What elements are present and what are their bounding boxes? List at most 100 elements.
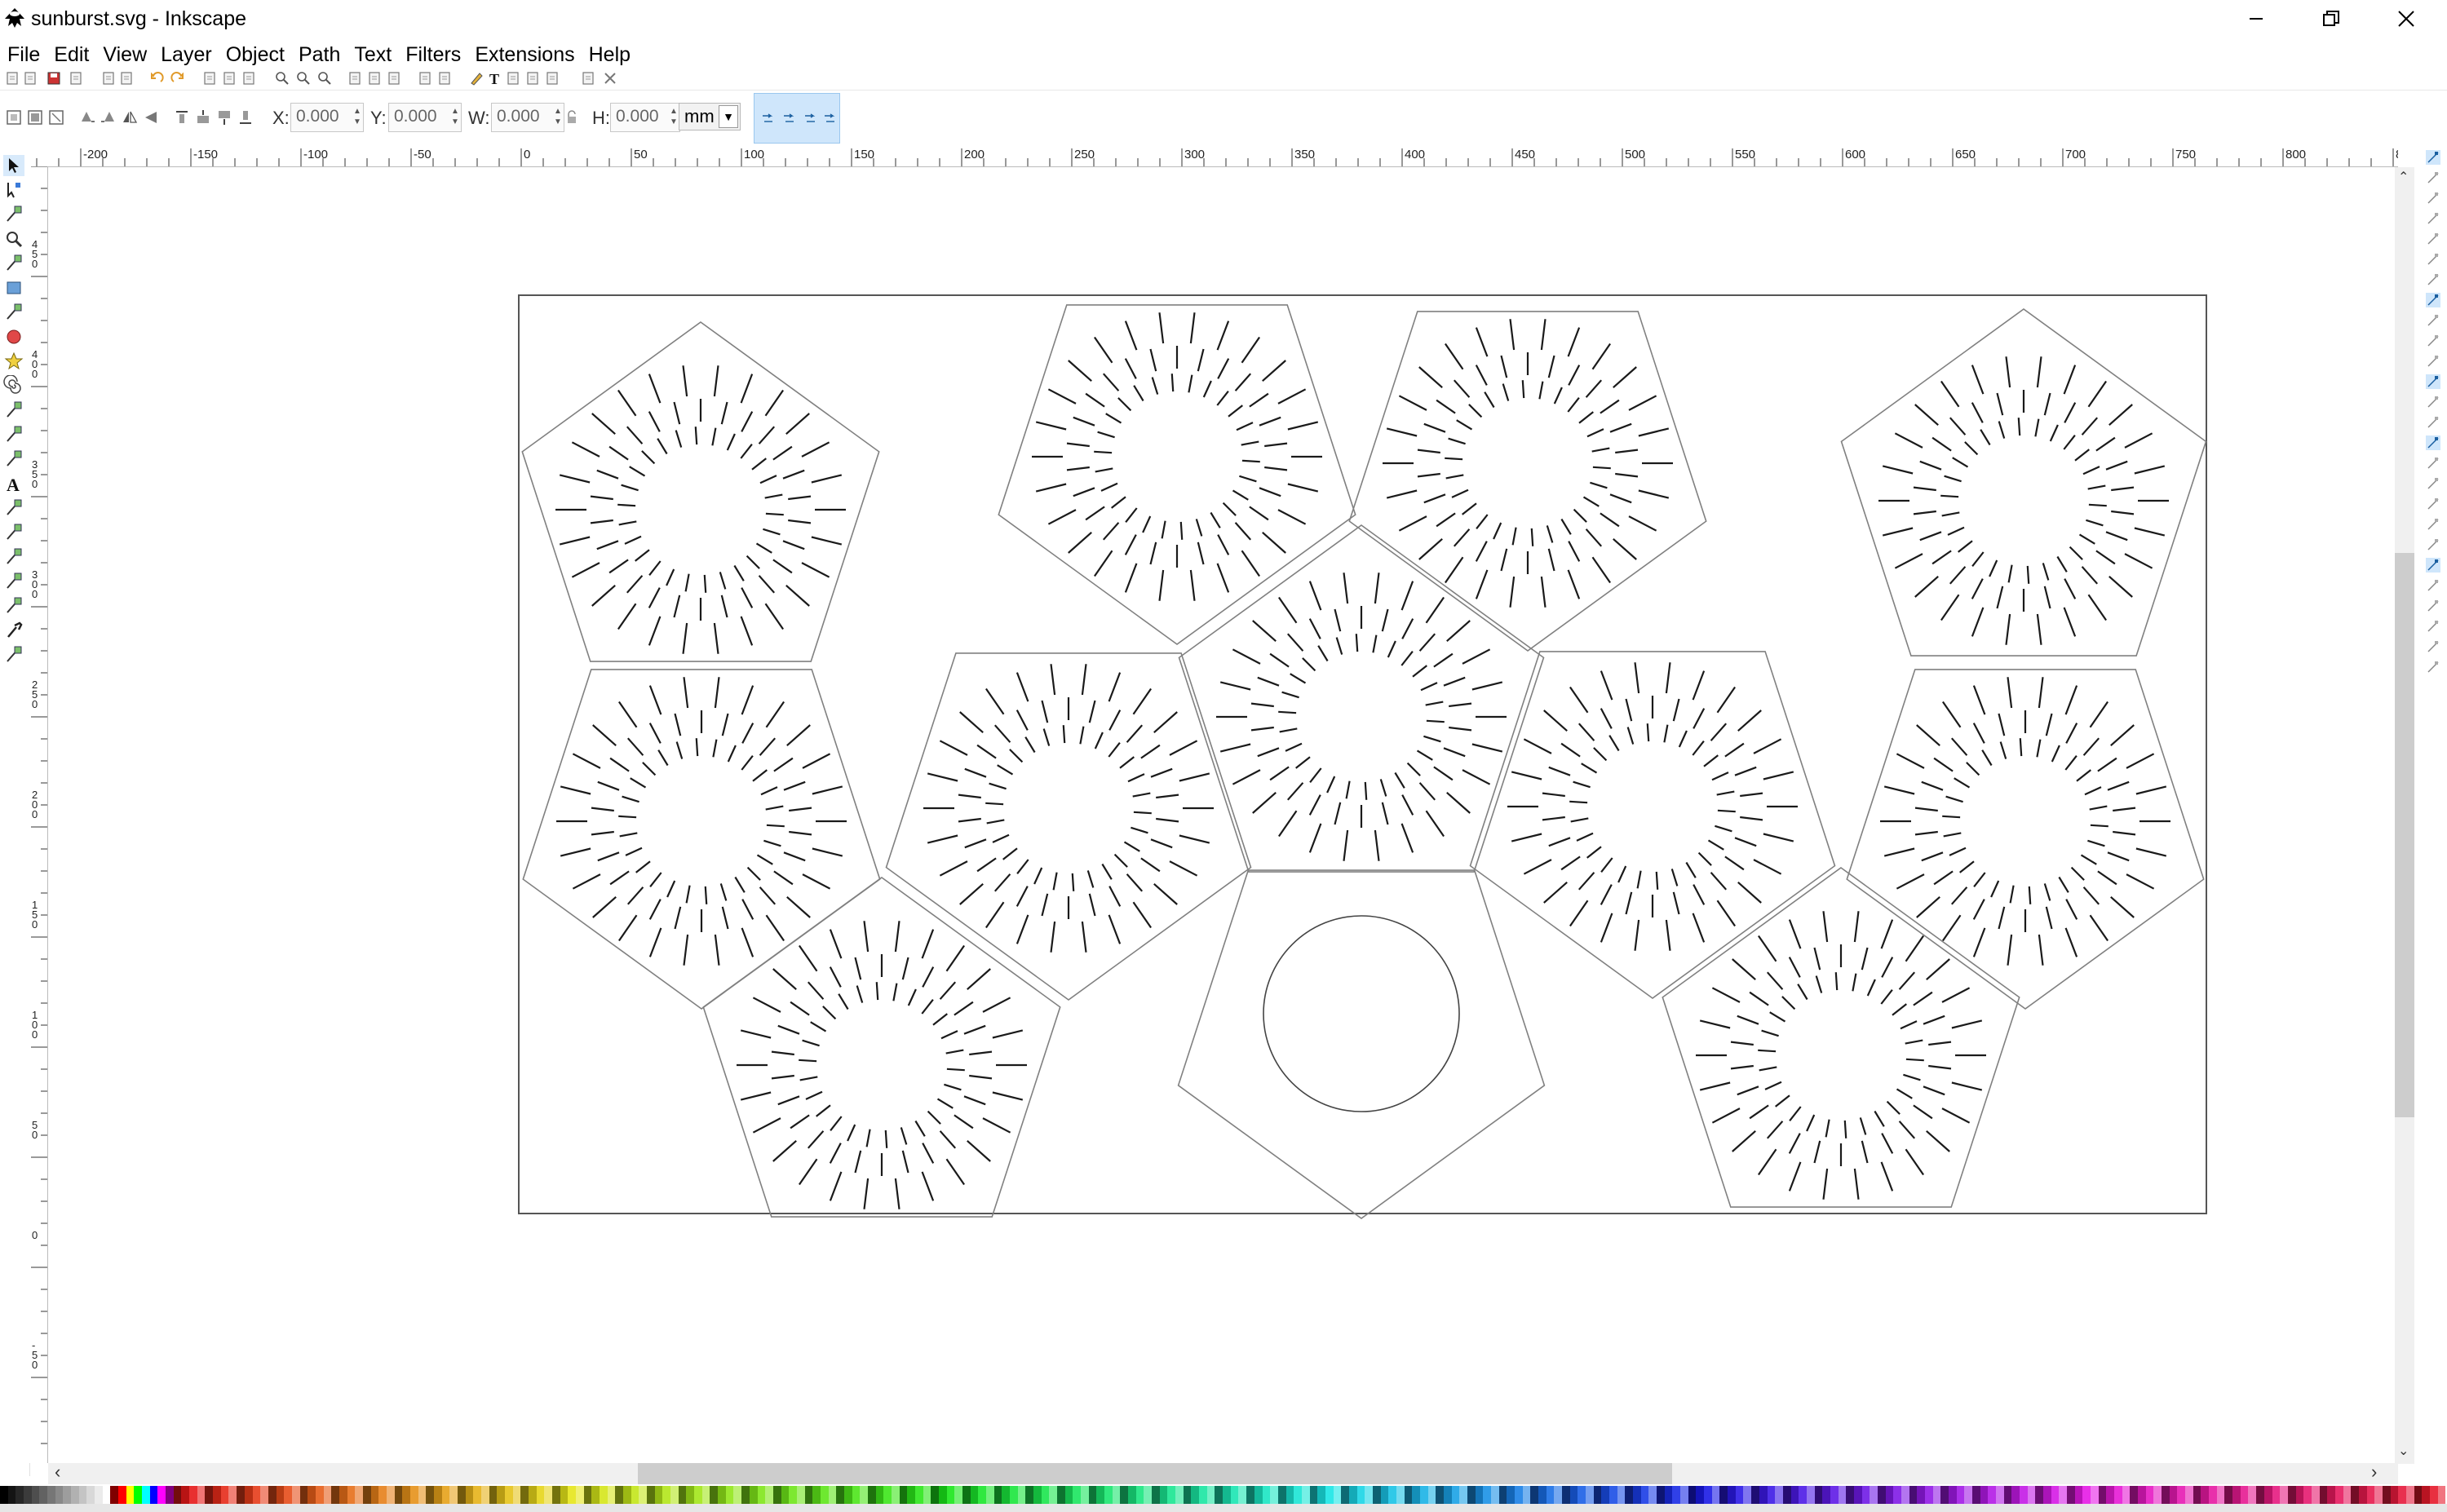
color-swatch[interactable] <box>1728 1486 1736 1504</box>
spiral-tool[interactable] <box>3 374 24 396</box>
h-spin-arrows[interactable]: ▲ ▼ <box>670 106 678 127</box>
scroll-right-icon[interactable]: › <box>2371 1461 2377 1483</box>
color-swatch[interactable] <box>402 1486 410 1504</box>
color-swatch[interactable] <box>923 1486 931 1504</box>
color-swatch[interactable] <box>1838 1486 1847 1504</box>
menu-help[interactable]: Help <box>582 41 637 69</box>
color-swatch[interactable] <box>1704 1486 1712 1504</box>
color-swatch[interactable] <box>1112 1486 1121 1504</box>
color-swatch[interactable] <box>662 1486 671 1504</box>
color-swatch[interactable] <box>757 1486 766 1504</box>
move-gradients-toggle-icon[interactable] <box>803 113 816 125</box>
color-swatch[interactable] <box>142 1486 150 1504</box>
color-swatch[interactable] <box>2422 1486 2430 1504</box>
color-swatch[interactable] <box>765 1486 773 1504</box>
color-swatch[interactable] <box>1775 1486 1783 1504</box>
color-swatch[interactable] <box>812 1486 821 1504</box>
color-swatch[interactable] <box>2280 1486 2288 1504</box>
color-swatch[interactable] <box>205 1486 214 1504</box>
color-swatch[interactable] <box>2351 1486 2359 1504</box>
color-swatch[interactable] <box>1711 1486 1720 1504</box>
color-swatch[interactable] <box>1870 1486 1878 1504</box>
cut-icon[interactable] <box>222 70 238 86</box>
color-swatch[interactable] <box>102 1486 111 1504</box>
color-swatch[interactable] <box>875 1486 884 1504</box>
color-swatch[interactable] <box>1806 1486 1815 1504</box>
color-swatch[interactable] <box>1365 1486 1373 1504</box>
color-swatch[interactable] <box>268 1486 277 1504</box>
color-swatch[interactable] <box>891 1486 900 1504</box>
color-swatch[interactable] <box>796 1486 805 1504</box>
color-swatch[interactable] <box>1530 1486 1539 1504</box>
select-all-layers-icon[interactable] <box>26 108 44 126</box>
color-swatch[interactable] <box>512 1486 521 1504</box>
mesh-tool[interactable] <box>3 595 24 617</box>
align-distribute-icon[interactable] <box>545 70 561 86</box>
color-swatch[interactable] <box>181 1486 190 1504</box>
color-swatch[interactable] <box>370 1486 379 1504</box>
color-swatch[interactable] <box>789 1486 797 1504</box>
y-spinbox[interactable]: ▲▼ <box>388 103 462 132</box>
color-swatch[interactable] <box>47 1486 55 1504</box>
color-swatch[interactable] <box>1254 1486 1263 1504</box>
color-swatch[interactable] <box>1853 1486 1862 1504</box>
color-swatch[interactable] <box>1515 1486 1523 1504</box>
color-swatch[interactable] <box>520 1486 529 1504</box>
color-swatch[interactable] <box>1246 1486 1254 1504</box>
color-swatch[interactable] <box>536 1486 545 1504</box>
color-swatch[interactable] <box>1980 1486 1989 1504</box>
color-swatch[interactable] <box>1767 1486 1776 1504</box>
paint-bucket-tool[interactable] <box>3 546 24 568</box>
color-swatch[interactable] <box>701 1486 710 1504</box>
color-swatch[interactable] <box>1696 1486 1705 1504</box>
xml-editor-icon[interactable] <box>525 70 542 86</box>
w-spin-arrows[interactable]: ▲ ▼ <box>554 106 562 127</box>
color-swatch[interactable] <box>166 1486 174 1504</box>
color-swatch[interactable] <box>2082 1486 2091 1504</box>
color-swatch[interactable] <box>228 1486 237 1504</box>
color-swatch[interactable] <box>2122 1486 2131 1504</box>
color-swatch[interactable] <box>1680 1486 1688 1504</box>
color-swatch[interactable] <box>2390 1486 2399 1504</box>
snap-toggle-icon[interactable] <box>2426 293 2440 307</box>
color-swatch[interactable] <box>1341 1486 1349 1504</box>
color-swatch[interactable] <box>914 1486 923 1504</box>
color-swatch[interactable] <box>1285 1486 1294 1504</box>
color-swatch[interactable] <box>1995 1486 2004 1504</box>
color-swatch[interactable] <box>1609 1486 1617 1504</box>
color-swatch[interactable] <box>1562 1486 1570 1504</box>
rectangle-tool[interactable] <box>3 277 24 298</box>
color-swatch[interactable] <box>1924 1486 1933 1504</box>
color-swatch[interactable] <box>433 1486 442 1504</box>
snap-toggle-icon[interactable] <box>2426 435 2440 450</box>
color-swatch[interactable] <box>1672 1486 1681 1504</box>
color-swatch[interactable] <box>647 1486 655 1504</box>
color-swatch[interactable] <box>544 1486 553 1504</box>
zoom-drawing-icon[interactable] <box>295 70 312 86</box>
snap-toggle-icon[interactable] <box>2426 619 2440 634</box>
drawing-svg[interactable] <box>48 167 2398 1464</box>
color-swatch[interactable] <box>2295 1486 2304 1504</box>
color-swatch[interactable] <box>1104 1486 1113 1504</box>
color-swatch[interactable] <box>457 1486 466 1504</box>
color-swatch[interactable] <box>1325 1486 1334 1504</box>
color-swatch[interactable] <box>2287 1486 2296 1504</box>
color-swatch[interactable] <box>2106 1486 2115 1504</box>
menu-object[interactable]: Object <box>219 41 291 69</box>
color-swatch[interactable] <box>1073 1486 1082 1504</box>
color-swatch[interactable] <box>1010 1486 1018 1504</box>
color-swatch[interactable] <box>1617 1486 1626 1504</box>
color-swatch[interactable] <box>2232 1486 2241 1504</box>
move-patterns-toggle-icon[interactable] <box>823 113 836 125</box>
color-swatch[interactable] <box>2130 1486 2139 1504</box>
measure-tool[interactable] <box>3 253 24 274</box>
color-swatch[interactable] <box>315 1486 324 1504</box>
color-swatch[interactable] <box>615 1486 624 1504</box>
color-swatch[interactable] <box>1971 1486 1980 1504</box>
calligraphy-tool[interactable] <box>3 449 24 470</box>
color-swatch[interactable] <box>2074 1486 2083 1504</box>
color-swatch[interactable] <box>560 1486 569 1504</box>
color-swatch[interactable] <box>1436 1486 1444 1504</box>
color-swatch[interactable] <box>2067 1486 2075 1504</box>
snap-toggle-icon[interactable] <box>2426 211 2440 226</box>
